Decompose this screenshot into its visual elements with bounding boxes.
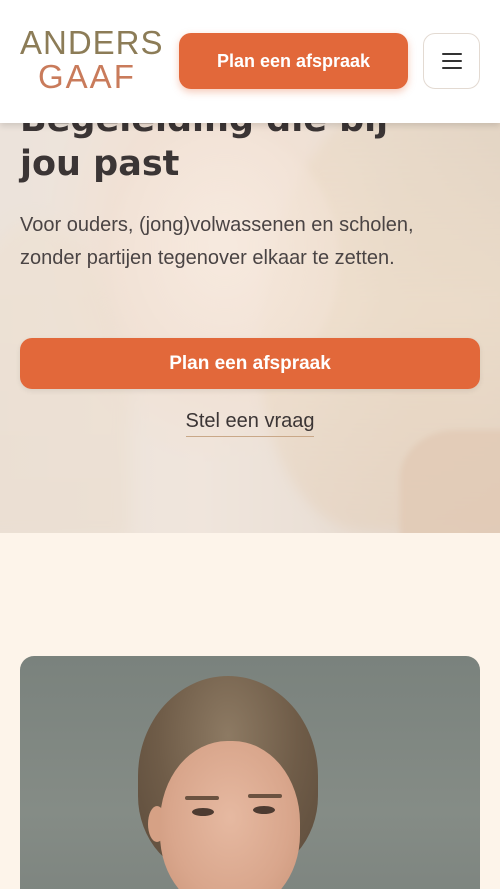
header-plan-appointment-button[interactable]: Plan een afspraak xyxy=(179,33,408,89)
logo-text-bottom: GAAF xyxy=(38,58,136,95)
portrait-brow-right xyxy=(248,794,282,798)
portrait-brow-left xyxy=(185,796,219,800)
hamburger-menu-icon xyxy=(441,53,462,69)
portrait-eye-right xyxy=(253,806,275,814)
portrait-eye-left xyxy=(192,808,214,816)
hero-subtitle: Voor ouders, (jong)volwassenen en schole… xyxy=(20,214,414,269)
menu-button[interactable] xyxy=(423,33,480,89)
plan-appointment-button[interactable]: Plan een afspraak xyxy=(20,338,480,389)
site-header: ANDERS GAAF Plan een afspraak xyxy=(0,0,500,123)
logo[interactable]: ANDERS GAAF xyxy=(20,24,164,98)
ask-question-link-wrapper: Stel een vraag xyxy=(0,410,500,437)
portrait-face xyxy=(160,741,300,889)
logo-text-top: ANDERS xyxy=(20,24,164,61)
ask-question-link[interactable]: Stel een vraag xyxy=(185,410,315,437)
portrait-image xyxy=(20,656,480,889)
